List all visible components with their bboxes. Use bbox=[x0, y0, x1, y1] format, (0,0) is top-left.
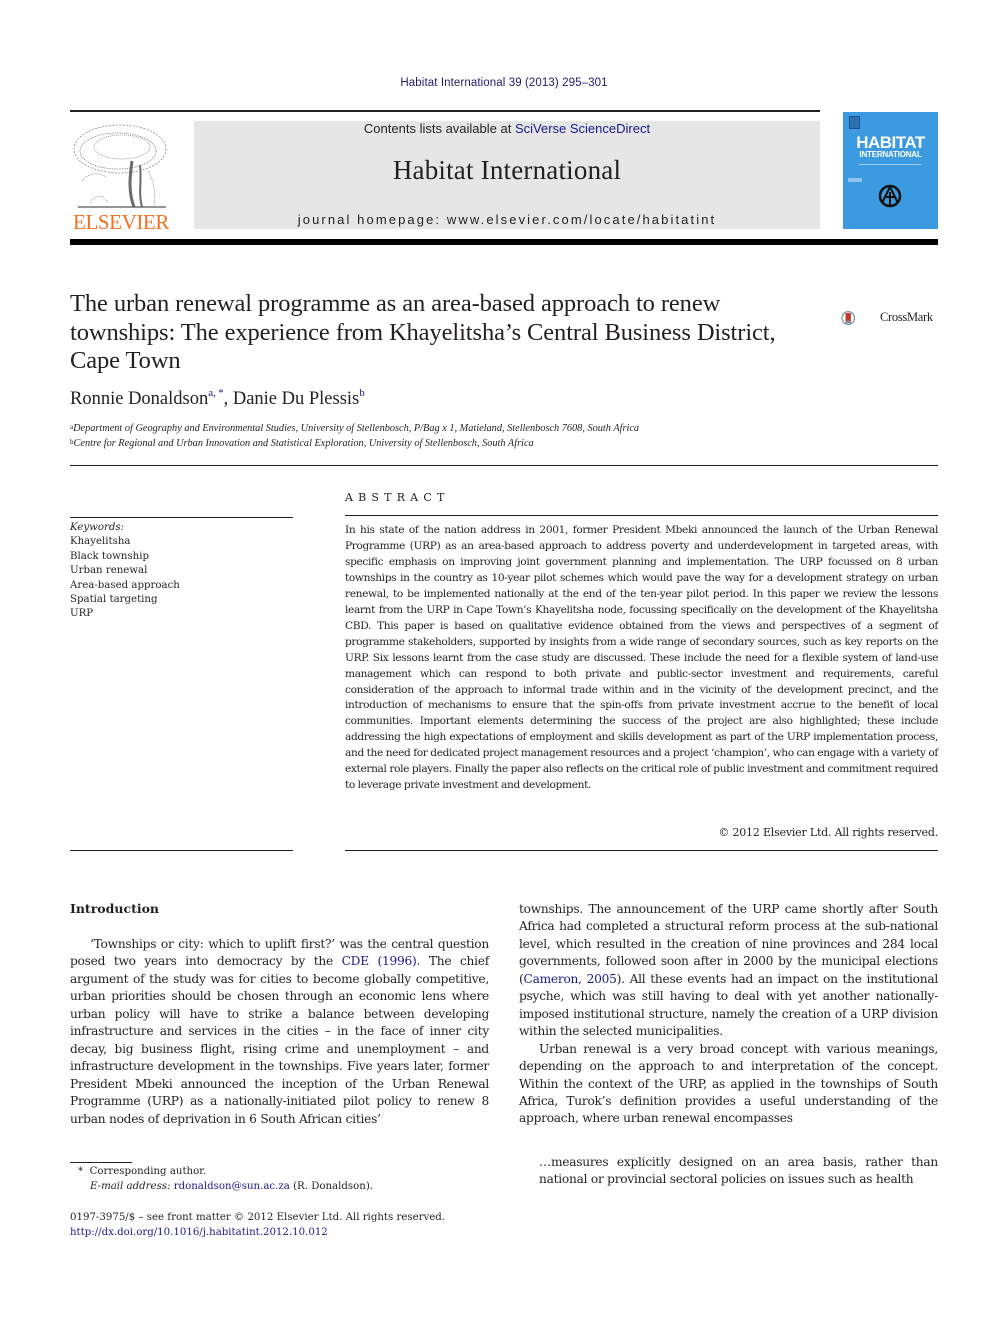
affiliation-rule bbox=[70, 465, 938, 466]
body-paragraph: townships. The announcement of the URP c… bbox=[519, 901, 938, 1041]
footnote-text: Corresponding author. bbox=[89, 1166, 207, 1177]
abstract-top-rule bbox=[345, 515, 938, 516]
homepage-prefix: journal homepage: bbox=[297, 212, 447, 227]
author-affiliation-marks[interactable]: a, * bbox=[208, 387, 223, 399]
body-left-column: ‘Townships or city: which to uplift firs… bbox=[70, 936, 489, 1128]
affiliation-text: Department of Geography and Environmenta… bbox=[73, 423, 640, 434]
cover-title-line2: INTERNATIONAL bbox=[859, 150, 922, 159]
body-right-column: townships. The announcement of the URP c… bbox=[519, 901, 938, 1128]
footnote-mark: * bbox=[78, 1166, 84, 1177]
email-note: E-mail address: rdonaldson@sun.ac.za (R.… bbox=[90, 1181, 373, 1192]
keyword-item: Black township bbox=[70, 550, 150, 562]
citation-link[interactable]: Cameron, 2005 bbox=[524, 972, 617, 986]
elsevier-wordmark: ELSEVIER bbox=[73, 210, 169, 234]
abstract-heading: ABSTRACT bbox=[345, 491, 450, 504]
contents-line: Contents lists available at SciVerse Sci… bbox=[194, 121, 820, 136]
running-header[interactable]: Habitat International 39 (2013) 295–301 bbox=[0, 77, 992, 89]
body-paragraph: ‘Townships or city: which to uplift firs… bbox=[70, 936, 489, 1128]
keyword-item: Khayelitsha bbox=[70, 536, 131, 548]
author-name[interactable]: Ronnie Donaldson bbox=[70, 389, 208, 409]
homepage-url[interactable]: www.elsevier.com/locate/habitatint bbox=[447, 212, 716, 227]
body-paragraph: Urban renewal is a very broad concept wi… bbox=[519, 1041, 938, 1126]
abstract-copyright: © 2012 Elsevier Ltd. All rights reserved… bbox=[718, 826, 938, 839]
cover-emblem-icon bbox=[878, 184, 902, 208]
affiliation-text: Centre for Regional and Urban Innovation… bbox=[73, 438, 534, 449]
keywords-heading: Keywords: bbox=[70, 522, 125, 533]
sciencedirect-link[interactable]: SciVerse ScienceDirect bbox=[515, 121, 650, 136]
abstract-bottom-rule bbox=[345, 850, 938, 851]
affiliation-b: bCentre for Regional and Urban Innovatio… bbox=[70, 438, 534, 449]
doi-link[interactable]: http://dx.doi.org/10.1016/j.habitatint.2… bbox=[70, 1227, 328, 1238]
cover-volume-mark bbox=[848, 178, 862, 182]
keywords-top-rule bbox=[70, 517, 293, 518]
author-list: Ronnie Donaldsona, *, Danie Du Plessisb bbox=[70, 387, 365, 410]
author-name[interactable]: Danie Du Plessis bbox=[233, 389, 359, 409]
header-rule bbox=[70, 110, 820, 112]
citation-link[interactable]: CDE (1996) bbox=[342, 954, 417, 968]
keyword-item: Urban renewal bbox=[70, 565, 148, 577]
article-title: The urban renewal programme as an area-b… bbox=[70, 290, 776, 374]
contents-prefix: Contents lists available at bbox=[363, 121, 515, 136]
keyword-item: Area-based approach bbox=[70, 579, 180, 591]
journal-title: Habitat International bbox=[392, 155, 622, 185]
block-quote: …measures explicitly designed on an area… bbox=[539, 1155, 938, 1187]
corresponding-author-note: * Corresponding author. bbox=[78, 1166, 206, 1177]
crossmark-icon[interactable] bbox=[841, 299, 879, 337]
email-label: E-mail address: bbox=[90, 1181, 171, 1192]
affiliation-a: aDepartment of Geography and Environment… bbox=[70, 423, 639, 434]
crossmark-label[interactable]: CrossMark bbox=[880, 310, 933, 325]
keyword-item: URP bbox=[70, 608, 94, 620]
footnote-rule bbox=[70, 1162, 132, 1163]
section-heading-introduction: Introduction bbox=[70, 901, 160, 916]
keywords-bottom-rule bbox=[70, 850, 293, 851]
journal-homepage: journal homepage: www.elsevier.com/locat… bbox=[194, 212, 820, 227]
masthead-thick-rule bbox=[70, 239, 938, 245]
email-owner: (R. Donaldson). bbox=[289, 1181, 374, 1192]
keyword-item: Spatial targeting bbox=[70, 594, 158, 606]
email-link[interactable]: rdonaldson@sun.ac.za bbox=[174, 1181, 290, 1192]
author-affiliation-marks[interactable]: b bbox=[359, 387, 365, 399]
keywords-block: Keywords: Khayelitsha Black township Urb… bbox=[70, 521, 293, 622]
journal-cover[interactable]: HABITAT INTERNATIONAL bbox=[843, 112, 938, 229]
abstract-text: In his state of the nation address in 20… bbox=[345, 524, 938, 792]
paragraph-text: . The chief argument of the study was fo… bbox=[70, 954, 489, 1126]
author-separator: , bbox=[223, 389, 233, 409]
cover-publisher-icon bbox=[849, 116, 860, 129]
front-matter-line: 0197-3975/$ – see front matter © 2012 El… bbox=[70, 1212, 446, 1223]
cover-subtitle-bar bbox=[859, 164, 921, 165]
